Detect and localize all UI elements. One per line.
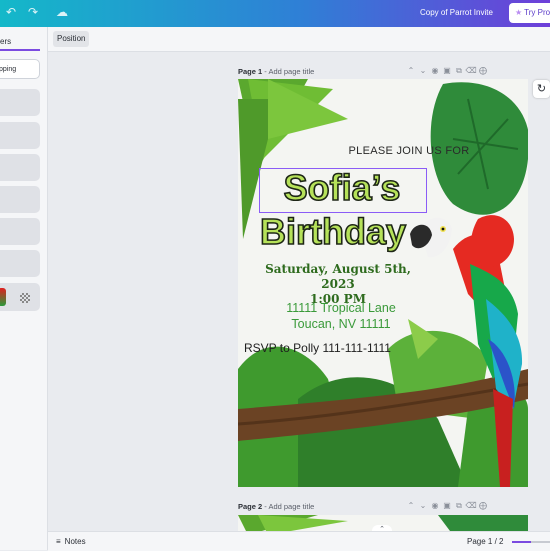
try-pro-label: Try Pro bbox=[524, 8, 550, 17]
page-1-header: Page 1 - Add page title bbox=[238, 67, 315, 76]
top-toolbar: ↶ ↷ ☁ Copy of Parrot Invite ★ Try Pro bbox=[0, 0, 550, 27]
page-2-tools: ⌃ ⌄ ◉ ▣ ⧉ ⌫ ⨁ bbox=[405, 501, 489, 511]
bottom-bar: ≡ Notes Page 1 / 2 bbox=[48, 531, 550, 551]
add-page-icon[interactable]: ⨁ bbox=[477, 66, 489, 75]
parrot-thumbnail bbox=[0, 288, 6, 306]
chevron-up-icon[interactable]: ⌃ bbox=[405, 66, 417, 75]
address-text[interactable]: 11111 Tropical Lane Toucan, NV 11111 bbox=[248, 300, 434, 332]
page-indicator[interactable]: Page 1 / 2 bbox=[467, 537, 503, 546]
layer-item[interactable] bbox=[0, 186, 40, 213]
grouping-button[interactable]: pping bbox=[0, 59, 40, 79]
notes-icon: ≡ bbox=[56, 537, 61, 546]
chevron-down-icon[interactable]: ⌄ bbox=[417, 501, 429, 510]
chevron-up-icon[interactable]: ⌃ bbox=[405, 501, 417, 510]
selection-box[interactable] bbox=[259, 168, 427, 213]
page-1-label: Page 1 bbox=[238, 67, 263, 76]
page-progress-fill bbox=[512, 541, 531, 543]
undo-icon[interactable]: ↶ bbox=[6, 5, 16, 19]
tab-underline bbox=[0, 49, 40, 51]
address-line-2: Toucan, NV 11111 bbox=[291, 317, 391, 331]
redo-icon[interactable]: ↷ bbox=[28, 5, 38, 19]
hide-icon[interactable]: ◉ bbox=[429, 66, 441, 75]
page-2-header: Page 2 - Add page title bbox=[238, 502, 315, 511]
birthday-heading-text[interactable]: Birthday bbox=[248, 210, 418, 253]
page-progress-bar bbox=[512, 541, 550, 543]
layer-item[interactable] bbox=[0, 122, 40, 149]
layers-panel: ers pping bbox=[0, 27, 48, 550]
lock-icon[interactable]: ▣ bbox=[441, 501, 453, 510]
hide-icon[interactable]: ◉ bbox=[429, 501, 441, 510]
try-pro-button[interactable]: ★ Try Pro bbox=[509, 3, 550, 23]
page-1-canvas[interactable]: PLEASE JOIN US FOR Sofia’s Birthday Satu… bbox=[238, 79, 528, 487]
page-2-title-input[interactable]: Add page title bbox=[268, 502, 314, 511]
notes-button[interactable]: ≡ Notes bbox=[56, 537, 86, 546]
date-line: Saturday, August 5th, 2023 bbox=[265, 262, 411, 291]
refresh-icon[interactable]: ↻ bbox=[533, 80, 550, 98]
cloud-saved-icon[interactable]: ☁ bbox=[56, 5, 68, 19]
layers-tab[interactable]: ers bbox=[0, 37, 11, 46]
position-button[interactable]: Position bbox=[53, 31, 90, 47]
page-2-label: Page 2 bbox=[238, 502, 263, 511]
transparency-icon bbox=[20, 293, 30, 303]
layer-item[interactable] bbox=[0, 89, 40, 116]
chevron-down-icon[interactable]: ⌄ bbox=[417, 66, 429, 75]
layer-item[interactable] bbox=[0, 250, 40, 277]
address-line-1: 11111 Tropical Lane bbox=[286, 301, 396, 315]
crown-icon: ★ bbox=[515, 8, 523, 17]
context-toolbar: Position bbox=[48, 27, 550, 52]
delete-icon[interactable]: ⌫ bbox=[465, 66, 477, 75]
page-1-title-input[interactable]: Add page title bbox=[268, 67, 314, 76]
join-us-text[interactable]: PLEASE JOIN US FOR bbox=[318, 145, 500, 157]
rsvp-text[interactable]: RSVP to Polly 111-111-1111 bbox=[244, 341, 404, 355]
lock-icon[interactable]: ▣ bbox=[441, 66, 453, 75]
layer-item-background[interactable] bbox=[0, 283, 40, 311]
duplicate-icon[interactable]: ⧉ bbox=[453, 66, 465, 76]
add-page-icon[interactable]: ⨁ bbox=[477, 501, 489, 510]
page-1-tools: ⌃ ⌄ ◉ ▣ ⧉ ⌫ ⨁ bbox=[405, 66, 489, 76]
duplicate-icon[interactable]: ⧉ bbox=[453, 501, 465, 511]
document-title[interactable]: Copy of Parrot Invite bbox=[420, 8, 493, 17]
layer-item[interactable] bbox=[0, 218, 40, 245]
layer-item[interactable] bbox=[0, 154, 40, 181]
delete-icon[interactable]: ⌫ bbox=[465, 501, 477, 510]
